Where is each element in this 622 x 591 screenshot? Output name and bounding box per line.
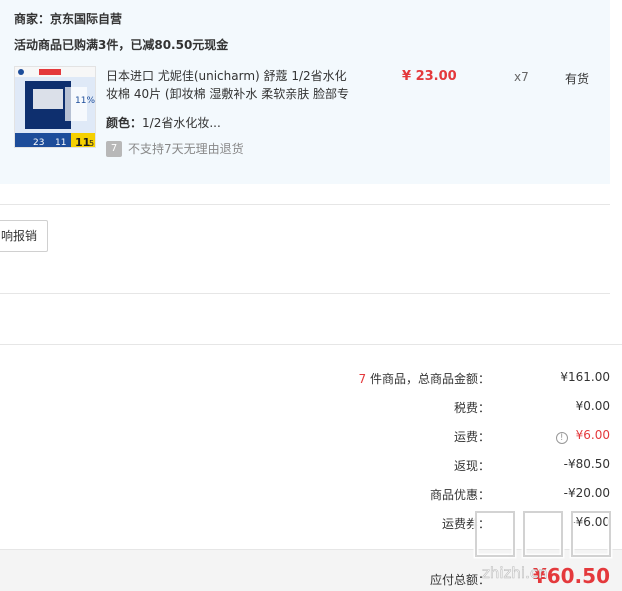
merchant-label: 商家：京东国际自营 bbox=[14, 12, 123, 26]
invoice-button[interactable]: 响报销 bbox=[0, 220, 48, 252]
summary-row-shipping-coupon: 运费券： -¥6.00 bbox=[0, 515, 622, 531]
summary-value: -¥6.00 bbox=[571, 515, 610, 529]
summary-row-discount: 商品优惠： -¥20.00 bbox=[0, 486, 622, 502]
summary-label: 商品优惠： bbox=[429, 488, 490, 502]
no-return-badge-icon: 7 bbox=[106, 140, 122, 157]
summary-value: -¥20.00 bbox=[563, 486, 610, 500]
product-price: ¥ 23.00 bbox=[402, 69, 457, 84]
summary-value: -¥80.50 bbox=[563, 457, 610, 471]
product-title-link[interactable]: 日本进口 尤妮佳(unicharm) 舒蔻 1/2省水化妆棉 40片 (卸妆棉 … bbox=[106, 67, 351, 103]
color-value: 1/2省水化妆... bbox=[142, 116, 221, 130]
no-return-notice: 7 不支持7天无理由退货 bbox=[106, 140, 244, 157]
no-return-text: 不支持7天无理由退货 bbox=[128, 142, 244, 156]
svg-text:11: 11 bbox=[55, 138, 66, 148]
section-divider bbox=[0, 204, 610, 205]
summary-label: 运费： bbox=[453, 430, 490, 444]
product-color: 颜色：1/2省水化妆... bbox=[106, 114, 221, 131]
summary-label: 件商品，总商品金额： bbox=[366, 372, 490, 386]
promo-text: 活动商品已购满3件，已减80.50元现金 bbox=[14, 38, 229, 52]
svg-text:11%: 11% bbox=[75, 96, 95, 106]
total-payable-bar: 应付总额： ¥60.50 bbox=[0, 549, 622, 591]
summary-row-total-goods: 7 件商品，总商品金额： ¥161.00 bbox=[0, 370, 622, 386]
summary-label: 税费： bbox=[453, 401, 490, 415]
summary-row-cashback: 返现： -¥80.50 bbox=[0, 457, 622, 473]
section-divider bbox=[0, 293, 610, 294]
summary-label: 运费券： bbox=[441, 517, 490, 531]
total-label: 应付总额： bbox=[429, 573, 490, 587]
total-value: ¥60.50 bbox=[532, 564, 610, 588]
summary-value: ¥161.00 bbox=[560, 370, 610, 384]
product-thumbnail[interactable]: 11% 23 11 11 5 bbox=[14, 66, 96, 148]
product-image: 11% 23 11 11 5 bbox=[15, 67, 95, 148]
color-label: 颜色： bbox=[106, 116, 143, 130]
summary-value: ¥0.00 bbox=[575, 399, 610, 413]
section-divider bbox=[0, 344, 622, 345]
info-icon[interactable]: ! bbox=[555, 432, 568, 444]
summary-label: 返现： bbox=[453, 459, 490, 473]
summary-row-tax: 税费： ¥0.00 bbox=[0, 399, 622, 415]
summary-row-shipping: 运费： ! ¥6.00 bbox=[0, 428, 622, 444]
stock-status: 有货 bbox=[565, 72, 590, 86]
svg-text:23: 23 bbox=[33, 138, 44, 148]
svg-text:5: 5 bbox=[89, 139, 94, 148]
summary-value: ¥6.00 bbox=[575, 428, 610, 442]
product-quantity: x7 bbox=[514, 70, 529, 84]
order-item-panel: 商家：京东国际自营 活动商品已购满3件，已减80.50元现金 11% 23 11… bbox=[0, 0, 610, 184]
